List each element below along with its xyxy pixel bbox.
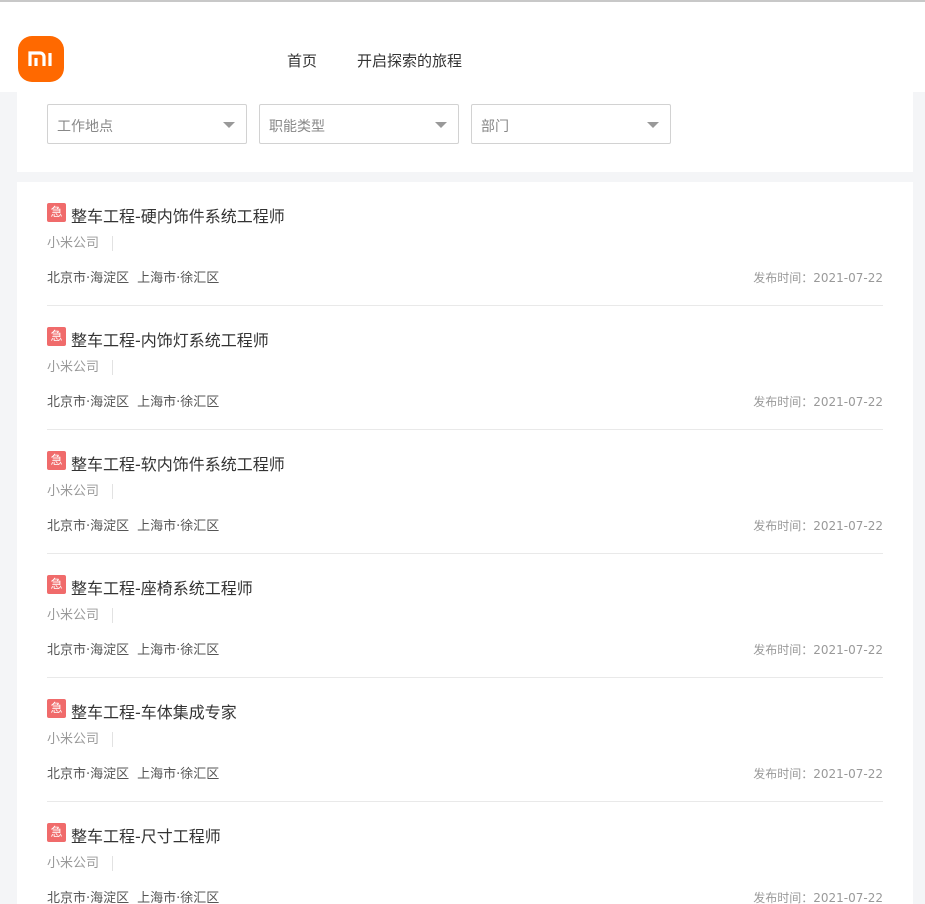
chevron-down-icon [435, 122, 447, 128]
site-header: 首页 开启探索的旅程 [0, 2, 925, 92]
urgent-badge: 急 [47, 203, 66, 222]
urgent-badge: 急 [47, 699, 66, 718]
job-location: 北京市·海淀区 [47, 395, 130, 410]
location-select[interactable]: 工作地点 [47, 104, 247, 144]
job-publish-date: 发布时间：2021-07-22 [753, 643, 883, 657]
job-publish-date: 发布时间：2021-07-22 [753, 395, 883, 409]
job-company: 小米公司 [47, 856, 114, 871]
job-list: 急 整车工程-硬内饰件系统工程师 小米公司 北京市·海淀区 上海市·徐汇区 发布时… [17, 182, 913, 904]
job-location: 北京市·海淀区 [47, 767, 130, 782]
scrollbar-track[interactable] [913, 92, 925, 904]
job-location: 上海市·徐汇区 [137, 395, 220, 410]
job-item[interactable]: 急 整车工程-座椅系统工程师 小米公司 北京市·海淀区 上海市·徐汇区 发布时间：… [47, 554, 883, 678]
urgent-badge: 急 [47, 327, 66, 346]
department-select[interactable]: 部门 [471, 104, 671, 144]
nav-home[interactable]: 首页 [287, 50, 317, 71]
job-locations: 北京市·海淀区 上海市·徐汇区 [47, 515, 219, 534]
job-location: 上海市·徐汇区 [137, 271, 220, 286]
job-publish-date: 发布时间：2021-07-22 [753, 519, 883, 533]
job-title[interactable]: 整车工程-硬内饰件系统工程师 [71, 203, 285, 227]
job-location: 上海市·徐汇区 [137, 767, 220, 782]
chevron-down-icon [223, 122, 235, 128]
job-location: 上海市·徐汇区 [137, 519, 220, 534]
job-title[interactable]: 整车工程-尺寸工程师 [71, 823, 221, 847]
job-company: 小米公司 [47, 236, 114, 251]
filter-panel: 工作地点 职能类型 部门 [17, 92, 913, 172]
job-publish-date: 发布时间：2021-07-22 [753, 271, 883, 285]
chevron-down-icon [647, 122, 659, 128]
job-locations: 北京市·海淀区 上海市·徐汇区 [47, 887, 219, 904]
job-item[interactable]: 急 整车工程-车体集成专家 小米公司 北京市·海淀区 上海市·徐汇区 发布时间：2… [47, 678, 883, 802]
urgent-badge: 急 [47, 451, 66, 470]
job-location: 北京市·海淀区 [47, 519, 130, 534]
job-publish-date: 发布时间：2021-07-22 [753, 767, 883, 781]
urgent-badge: 急 [47, 575, 66, 594]
job-item[interactable]: 急 整车工程-内饰灯系统工程师 小米公司 北京市·海淀区 上海市·徐汇区 发布时间… [47, 306, 883, 430]
job-title[interactable]: 整车工程-软内饰件系统工程师 [71, 451, 285, 475]
job-title[interactable]: 整车工程-车体集成专家 [71, 699, 237, 723]
job-location: 上海市·徐汇区 [137, 891, 220, 904]
job-company: 小米公司 [47, 360, 114, 375]
nav-explore-journey[interactable]: 开启探索的旅程 [357, 50, 462, 71]
job-location: 北京市·海淀区 [47, 643, 130, 658]
job-item[interactable]: 急 整车工程-尺寸工程师 小米公司 北京市·海淀区 上海市·徐汇区 发布时间：20… [47, 802, 883, 904]
job-location: 北京市·海淀区 [47, 271, 130, 286]
urgent-badge: 急 [47, 823, 66, 842]
job-item[interactable]: 急 整车工程-硬内饰件系统工程师 小米公司 北京市·海淀区 上海市·徐汇区 发布时… [47, 182, 883, 306]
job-locations: 北京市·海淀区 上海市·徐汇区 [47, 391, 219, 410]
job-company: 小米公司 [47, 484, 114, 499]
job-location: 北京市·海淀区 [47, 891, 130, 904]
job-company: 小米公司 [47, 608, 114, 623]
job-locations: 北京市·海淀区 上海市·徐汇区 [47, 763, 219, 782]
job-item[interactable]: 急 整车工程-软内饰件系统工程师 小米公司 北京市·海淀区 上海市·徐汇区 发布时… [47, 430, 883, 554]
job-locations: 北京市·海淀区 上海市·徐汇区 [47, 639, 219, 658]
category-select-placeholder: 职能类型 [269, 119, 325, 135]
mi-logo[interactable] [18, 36, 64, 82]
department-select-placeholder: 部门 [481, 119, 509, 135]
job-locations: 北京市·海淀区 上海市·徐汇区 [47, 267, 219, 286]
job-location: 上海市·徐汇区 [137, 643, 220, 658]
job-title[interactable]: 整车工程-内饰灯系统工程师 [71, 327, 269, 351]
mi-logo-icon [28, 51, 52, 66]
location-select-placeholder: 工作地点 [57, 119, 113, 135]
job-company: 小米公司 [47, 732, 114, 747]
job-title[interactable]: 整车工程-座椅系统工程师 [71, 575, 253, 599]
job-publish-date: 发布时间：2021-07-22 [753, 891, 883, 904]
category-select[interactable]: 职能类型 [259, 104, 459, 144]
